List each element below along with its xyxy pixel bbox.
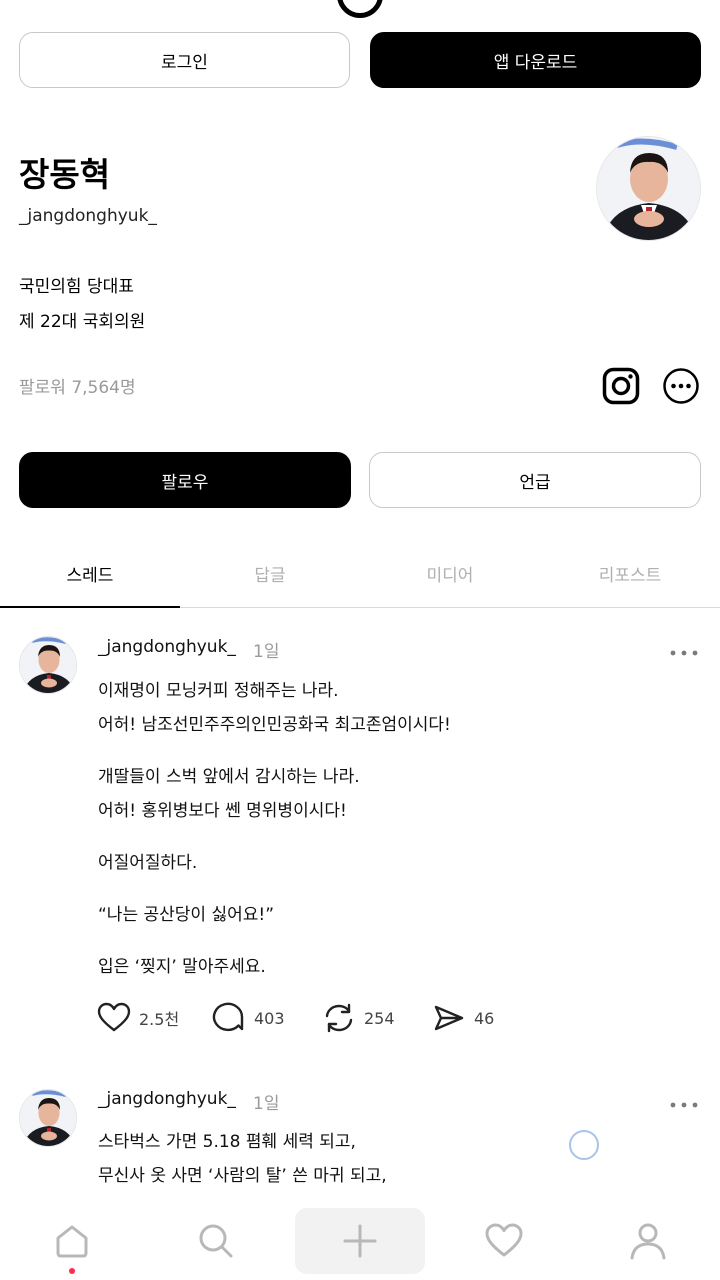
profile-tabs: 스레드 답글 미디어 리포스트 — [0, 540, 720, 608]
touch-indicator — [569, 1130, 599, 1160]
bio-line: 국민의힘 당대표 — [19, 277, 134, 297]
post-text-line: 입은 ‘찢지’ 말아주세요. — [98, 957, 266, 977]
nav-search[interactable] — [151, 1208, 281, 1274]
tab-replies[interactable]: 답글 — [180, 540, 360, 607]
notification-dot — [69, 1268, 75, 1274]
bottom-navigation — [0, 1202, 720, 1280]
tab-threads[interactable]: 스레드 — [0, 540, 180, 608]
profile-avatar — [596, 136, 701, 241]
threads-logo-icon — [337, 0, 383, 18]
send-icon — [434, 1005, 464, 1031]
post-text-line: 어허! 홍위병보다 쎈 명위병이시다! — [98, 801, 347, 821]
nav-profile[interactable] — [583, 1208, 713, 1274]
auth-buttons: 로그인 앱 다운로드 — [19, 32, 701, 88]
app-download-button[interactable]: 앱 다운로드 — [370, 32, 701, 88]
plus-icon — [343, 1224, 377, 1258]
profile-icon — [630, 1223, 666, 1260]
repost-button[interactable]: 254 — [322, 1001, 395, 1035]
bio-line: 제 22대 국회의원 — [19, 312, 146, 332]
post-text-line: “나는 공산당이 싫어요!” — [98, 905, 274, 925]
post-text-line: 어질어질하다. — [98, 853, 198, 873]
mention-button[interactable]: 언급 — [369, 452, 701, 508]
tab-media[interactable]: 미디어 — [360, 540, 540, 607]
post-more-icon[interactable] — [668, 643, 700, 656]
post-avatar[interactable] — [19, 636, 77, 694]
post-text-line: 스타벅스 가면 5.18 폄훼 세력 되고, — [98, 1132, 356, 1152]
share-count: 46 — [474, 1008, 495, 1028]
nav-activity[interactable] — [439, 1208, 569, 1274]
follower-count[interactable]: 팔로워 7,564명 — [19, 373, 136, 398]
nav-home[interactable] — [7, 1208, 137, 1274]
heart-icon — [485, 1223, 523, 1257]
profile-handle: _jangdonghyuk_ — [19, 206, 157, 226]
post-author[interactable]: _jangdonghyuk_ — [98, 637, 236, 657]
post-avatar[interactable] — [19, 1089, 77, 1147]
post-more-icon[interactable] — [668, 1095, 700, 1108]
reply-button[interactable]: 403 — [212, 1001, 285, 1035]
post-text-line: 이재명이 모닝커피 정해주는 나라. — [98, 681, 339, 701]
more-options-icon[interactable] — [662, 367, 700, 405]
profile-name: 장동혁 — [19, 155, 111, 194]
post-text-line: 개딸들이 스벅 앞에서 감시하는 나라. — [98, 767, 360, 787]
nav-compose[interactable] — [295, 1208, 425, 1274]
post-text-line: 무신사 옷 사면 ‘사람의 탈’ 쓴 마귀 되고, — [98, 1166, 387, 1186]
like-button[interactable]: 2.5천 — [97, 1001, 179, 1035]
post-timestamp: 1일 — [253, 1094, 280, 1114]
post-author[interactable]: _jangdonghyuk_ — [98, 1089, 236, 1109]
repost-icon — [325, 1003, 353, 1033]
reply-count: 403 — [254, 1008, 285, 1028]
search-icon — [199, 1224, 233, 1258]
like-count: 2.5천 — [139, 1010, 180, 1029]
heart-icon — [97, 1002, 131, 1032]
follow-button[interactable]: 팔로우 — [19, 452, 351, 508]
login-button[interactable]: 로그인 — [19, 32, 350, 88]
share-button[interactable]: 46 — [432, 1001, 494, 1035]
instagram-icon[interactable] — [602, 367, 640, 405]
tab-reposts[interactable]: 리포스트 — [540, 540, 720, 607]
post-text-line: 어허! 남조선민주주의인민공화국 최고존엄이시다! — [98, 715, 451, 735]
profile-actions: 팔로우 언급 — [19, 452, 701, 508]
home-icon — [56, 1225, 88, 1258]
post-timestamp: 1일 — [253, 642, 280, 662]
comment-icon — [212, 1002, 244, 1032]
repost-count: 254 — [364, 1008, 395, 1028]
